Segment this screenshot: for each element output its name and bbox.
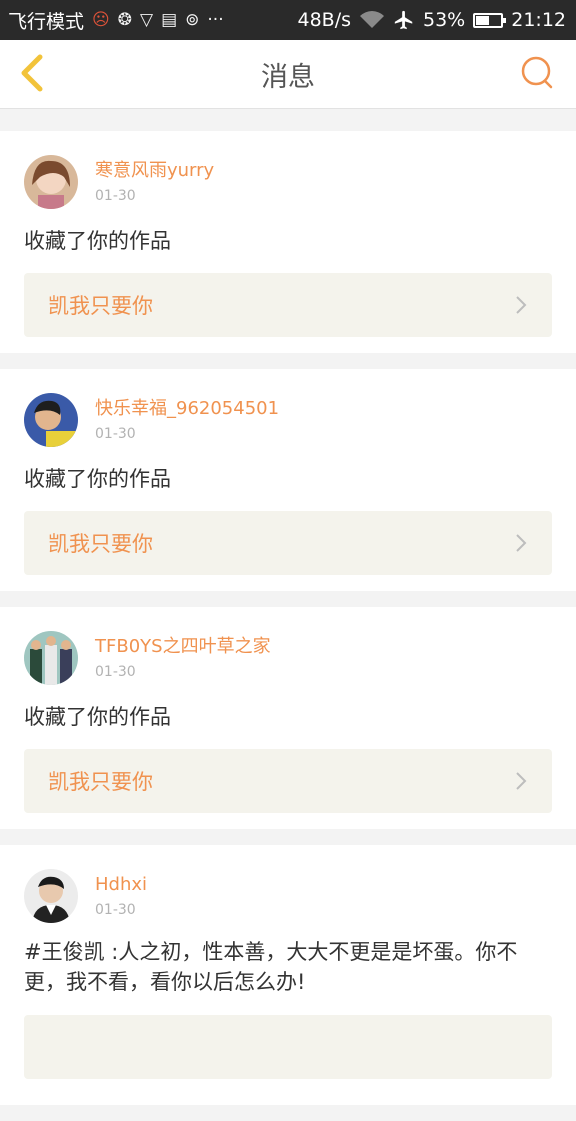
- message-card: 寒意风雨yurry 01-30 收藏了你的作品 凯我只要你: [0, 131, 576, 353]
- battery-percent: 53%: [423, 9, 466, 31]
- sync-icon: ❂: [117, 10, 132, 30]
- message-text: 收藏了你的作品: [24, 229, 171, 253]
- message-list: 寒意风雨yurry 01-30 收藏了你的作品 凯我只要你 快乐幸福_96205…: [0, 131, 576, 1121]
- message-text: 收藏了你的作品: [24, 467, 171, 491]
- airplane-icon: [394, 10, 413, 30]
- username[interactable]: 快乐幸福_962054501: [95, 398, 279, 420]
- message-card: Hdhxi 01-30 #王俊凯 :人之初，性本善，大大不更是是坏蛋。你不更，我…: [0, 845, 576, 1105]
- chevron-left-icon[interactable]: [12, 51, 56, 95]
- work-title: 凯我只要你: [48, 770, 153, 794]
- network-speed: 48B/s: [297, 9, 351, 31]
- user-row: Hdhxi 01-30: [24, 869, 552, 923]
- avatar[interactable]: [24, 869, 78, 923]
- username[interactable]: TFB0YS之四叶草之家: [95, 636, 271, 658]
- chevron-right-icon: [516, 772, 527, 790]
- shield-icon: ▽: [140, 10, 154, 30]
- chevron-right-icon: [516, 296, 527, 314]
- avatar[interactable]: [24, 631, 78, 685]
- user-row: 寒意风雨yurry 01-30: [24, 155, 552, 209]
- user-row: 快乐幸福_962054501 01-30: [24, 393, 552, 447]
- work-link[interactable]: [24, 1015, 552, 1079]
- status-bar: 飞行模式 ☹ ❂ ▽ ▤ ⊚ ··· 48B/s 53% 21:12: [0, 0, 576, 40]
- message-date: 01-30: [95, 426, 136, 442]
- user-row: TFB0YS之四叶草之家 01-30: [24, 631, 552, 685]
- work-title: 凯我只要你: [48, 294, 153, 318]
- work-link[interactable]: 凯我只要你: [24, 273, 552, 337]
- header-bar: 消息: [0, 40, 576, 109]
- usb-icon: ⊚: [185, 10, 200, 30]
- wifi-icon: [360, 11, 384, 28]
- message-text: 收藏了你的作品: [24, 705, 171, 729]
- avatar[interactable]: [24, 393, 78, 447]
- work-title: 凯我只要你: [48, 532, 153, 556]
- avatar[interactable]: [24, 155, 78, 209]
- clock: 21:12: [511, 9, 566, 31]
- emoji-icon: ☹: [92, 10, 110, 30]
- message-date: 01-30: [95, 188, 136, 204]
- page-title: 消息: [261, 61, 315, 93]
- search-icon[interactable]: [518, 53, 558, 93]
- message-card: TFB0YS之四叶草之家 01-30 收藏了你的作品 凯我只要你: [0, 607, 576, 829]
- message-text: #王俊凯 :人之初，性本善，大大不更是是坏蛋。你不更，我不看，看你以后怎么办!: [24, 940, 518, 994]
- more-icon: ···: [207, 10, 224, 30]
- work-link[interactable]: 凯我只要你: [24, 511, 552, 575]
- work-link[interactable]: 凯我只要你: [24, 749, 552, 813]
- username[interactable]: 寒意风雨yurry: [95, 160, 214, 182]
- chevron-right-icon: [516, 534, 527, 552]
- username[interactable]: Hdhxi: [95, 874, 147, 896]
- message-date: 01-30: [95, 664, 136, 680]
- message-card: 快乐幸福_962054501 01-30 收藏了你的作品 凯我只要你: [0, 369, 576, 591]
- storage-icon: ▤: [161, 10, 178, 30]
- airplane-mode-label: 飞行模式: [8, 10, 85, 33]
- battery-icon: [473, 12, 507, 28]
- message-date: 01-30: [95, 902, 136, 918]
